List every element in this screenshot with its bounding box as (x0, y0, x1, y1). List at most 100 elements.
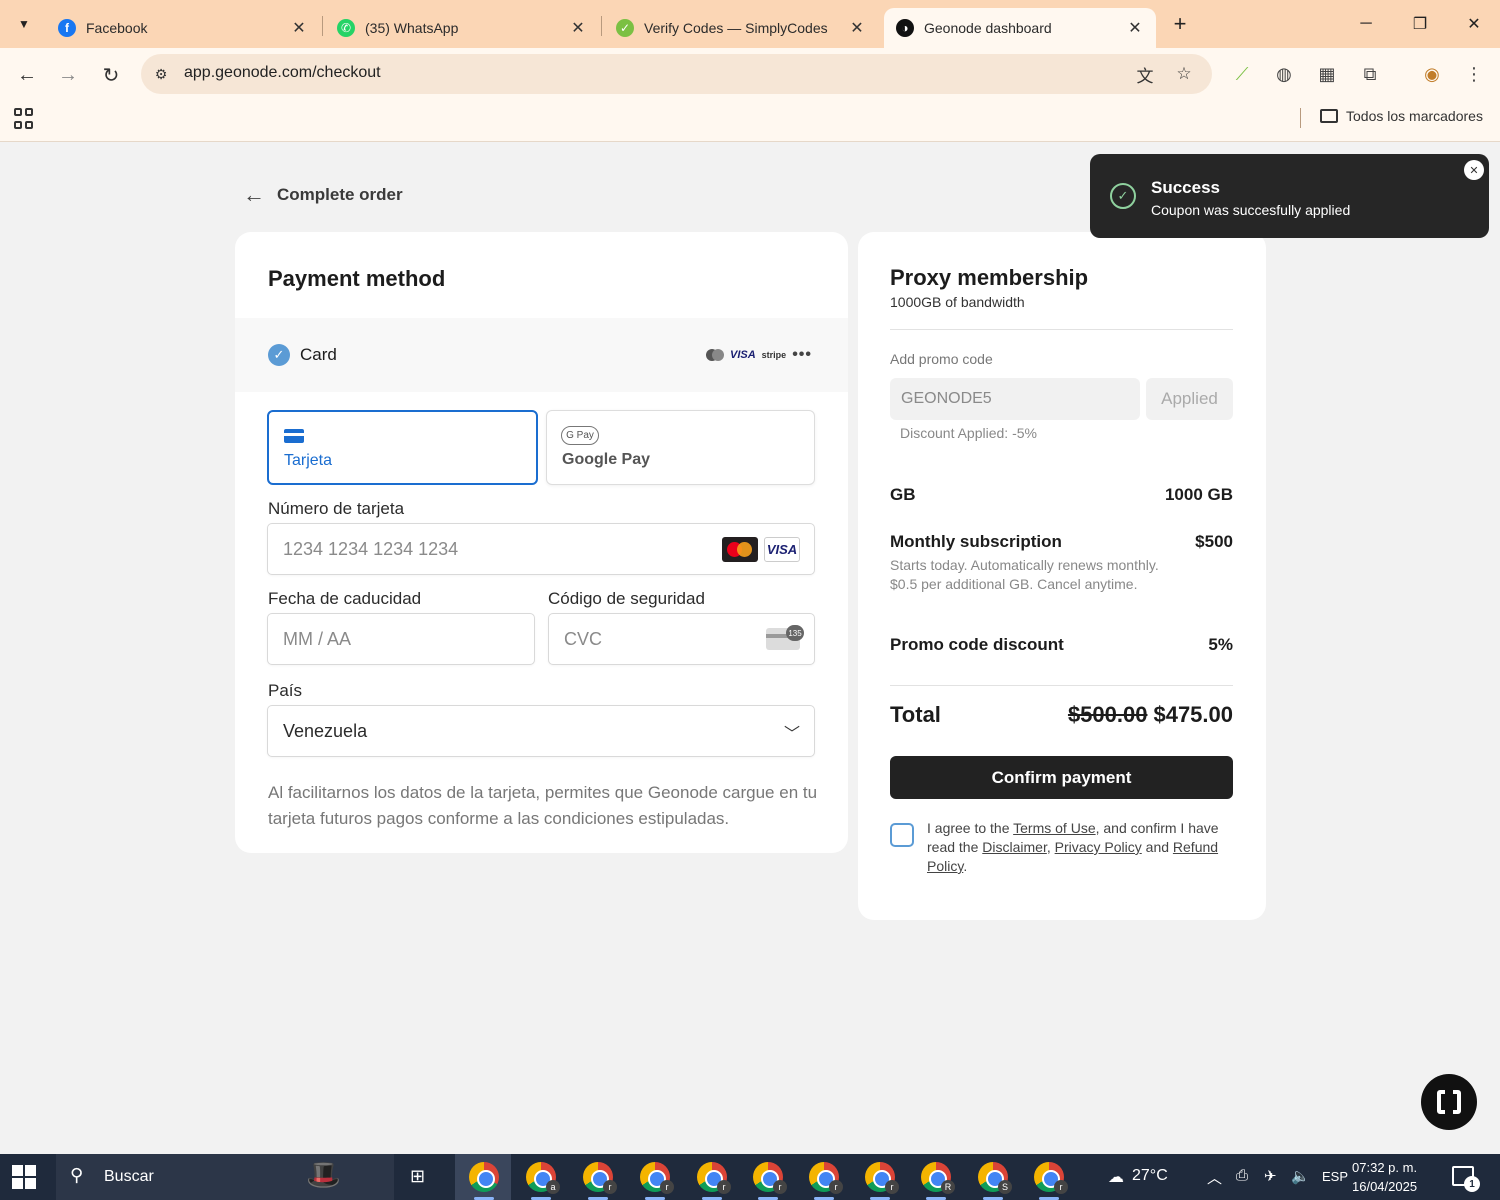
chrome-profile-icon[interactable]: r (753, 1162, 787, 1194)
stripe-icon: stripe (761, 350, 787, 360)
tab-facebook[interactable]: f Facebook ✕ (46, 8, 320, 48)
tab-simplycodes[interactable]: ✓ Verify Codes — SimplyCodes ✕ (604, 8, 878, 48)
agree-text-1: I agree to the (927, 820, 1014, 836)
chrome-profile-icon[interactable]: R (921, 1162, 955, 1194)
cvc-label: Código de seguridad (548, 589, 705, 608)
card-accordion-header[interactable]: ✓ Card VISA stripe ••• (235, 318, 848, 392)
task-view-icon[interactable]: ⊞ (410, 1166, 425, 1187)
gb-value: 1000 GB (1164, 485, 1233, 504)
site-info-icon[interactable]: ⚙ (151, 64, 171, 84)
meet-now-icon[interactable]: ⎙ (1236, 1167, 1248, 1184)
tab-search-chevron-icon[interactable]: ▼ (10, 10, 38, 38)
chrome-profile-icon[interactable]: r (865, 1162, 899, 1194)
tab-close-icon[interactable]: ✕ (848, 18, 866, 38)
disclaimer-link[interactable]: Disclaimer (982, 839, 1047, 855)
card-label: Card (300, 345, 337, 364)
chrome-profile-icon[interactable]: r (583, 1162, 617, 1194)
promo-discount-label: Promo code discount (890, 635, 1064, 654)
confirm-payment-button[interactable]: Confirm payment (890, 756, 1233, 799)
forward-button[interactable]: → (53, 60, 83, 90)
windows-taskbar: ⚲ Buscar 🎩 ⊞ a r r r r r r R S r ☁ 27°C … (0, 1154, 1500, 1200)
windows-start-icon[interactable] (12, 1165, 36, 1189)
address-bar[interactable]: ⚙ app.geonode.com/checkout 文 ☆ (141, 54, 1212, 94)
bookmark-star-icon[interactable]: ☆ (1173, 63, 1195, 85)
promo-code-input[interactable]: GEONODE5 (890, 378, 1140, 420)
reload-button[interactable]: ↻ (96, 60, 126, 90)
translate-icon[interactable]: 文 (1134, 63, 1156, 86)
profile-badge: r (885, 1180, 899, 1194)
subscription-description: Starts today. Automatically renews month… (890, 557, 1159, 592)
extensions-puzzle-icon[interactable]: ⧉ (1358, 62, 1382, 86)
discount-applied-note: Discount Applied: -5% (900, 425, 1037, 441)
restore-button[interactable]: ❐ (1398, 8, 1442, 40)
payment-method-card: Payment method ✓ Card VISA stripe ••• Ta… (235, 232, 848, 853)
subscription-label: Monthly subscription (890, 532, 1062, 551)
clock-time: 07:32 p. m. (1352, 1160, 1418, 1175)
chrome-profile-icon[interactable]: r (640, 1162, 674, 1194)
promo-discount-value: 5% (1208, 635, 1233, 654)
url-text[interactable]: app.geonode.com/checkout (184, 64, 381, 82)
back-to-order-link[interactable]: ← Complete order (243, 182, 403, 208)
qr-code-icon[interactable]: ▦ (1315, 62, 1339, 86)
tab-close-icon[interactable]: ✕ (290, 18, 308, 38)
weather-icon: ☁ (1108, 1169, 1124, 1186)
divider (890, 329, 1233, 330)
toast-close-icon[interactable]: ✕ (1464, 160, 1484, 180)
tarjeta-label: Tarjeta (284, 452, 333, 469)
card-number-input[interactable]: 1234 1234 1234 1234 VISA (267, 523, 815, 575)
weather-widget[interactable]: ☁ 27°C (1108, 1167, 1168, 1187)
google-pay-option[interactable]: G Pay Google Pay (546, 410, 815, 485)
tab-geonode[interactable]: ◑ Geonode dashboard ✕ (884, 8, 1156, 48)
profile-badge: r (603, 1180, 617, 1194)
visa-logo-icon: VISA (764, 537, 800, 562)
privacy-policy-link[interactable]: Privacy Policy (1055, 839, 1142, 855)
taskbar-search[interactable]: ⚲ Buscar 🎩 (56, 1154, 394, 1200)
chrome-app-icon[interactable] (469, 1162, 499, 1192)
agree-text-4: and (1141, 839, 1173, 855)
chrome-profile-icon[interactable]: r (809, 1162, 843, 1194)
simplycodes-extension-icon[interactable]: ⟋ (1230, 62, 1254, 86)
toast-title: Success (1151, 178, 1220, 197)
promo-code-value: GEONODE5 (901, 390, 992, 407)
support-chat-button[interactable] (1421, 1074, 1477, 1130)
tab-close-icon[interactable]: ✕ (1126, 18, 1144, 38)
language-indicator[interactable]: ESP (1322, 1169, 1348, 1184)
vpn-globe-icon[interactable]: ◍ (1272, 62, 1296, 86)
cvc-input[interactable]: CVC 135 (548, 613, 815, 665)
expiry-input[interactable]: MM / AA (267, 613, 535, 665)
chrome-profile-icon[interactable]: S (978, 1162, 1012, 1194)
country-select[interactable]: Venezuela ﹀ (267, 705, 815, 757)
tray-chevron-up-icon[interactable]: ︿ (1207, 1167, 1222, 1188)
divider (890, 685, 1233, 686)
chrome-profile-icon[interactable]: a (526, 1162, 560, 1194)
mastercard-logo-icon (722, 537, 758, 562)
tab-whatsapp[interactable]: ✆ (35) WhatsApp ✕ (325, 8, 599, 48)
country-value: Venezuela (283, 721, 368, 741)
chrome-profile-icon[interactable]: r (697, 1162, 731, 1194)
check-icon: ✓ (268, 344, 290, 366)
mastercard-icon (705, 349, 724, 361)
close-window-button[interactable]: ✕ (1452, 8, 1496, 40)
toast-message: Coupon was succesfully applied (1151, 202, 1351, 218)
browser-toolbar: ← → ↻ ⚙ app.geonode.com/checkout 文 ☆ ⟋ ◍… (0, 48, 1500, 100)
applied-button[interactable]: Applied (1146, 378, 1233, 420)
notification-count: 1 (1464, 1176, 1480, 1192)
back-button[interactable]: ← (12, 60, 42, 90)
minimize-button[interactable]: ─ (1344, 8, 1388, 40)
taskbar-clock[interactable]: 07:32 p. m. 16/04/2025 (1352, 1158, 1417, 1196)
more-menu-icon[interactable]: ⋮ (1462, 62, 1486, 86)
notifications-icon[interactable]: 1 (1452, 1166, 1480, 1192)
tarjeta-option[interactable]: Tarjeta (267, 410, 538, 485)
profile-badge: r (660, 1180, 674, 1194)
apps-grid-icon[interactable] (14, 108, 36, 130)
volume-icon[interactable]: 🔈 (1291, 1167, 1310, 1185)
airplane-mode-icon[interactable]: ✈ (1264, 1167, 1277, 1185)
chrome-profile-icon[interactable]: r (1034, 1162, 1068, 1194)
new-tab-button[interactable]: + (1166, 10, 1194, 38)
tab-close-icon[interactable]: ✕ (569, 18, 587, 38)
all-bookmarks-button[interactable]: Todos los marcadores (1320, 108, 1483, 124)
terms-of-use-link[interactable]: Terms of Use (1013, 820, 1095, 836)
back-label: Complete order (277, 185, 403, 204)
agree-checkbox[interactable] (890, 823, 914, 847)
profile-avatar-icon[interactable]: ◉ (1420, 62, 1444, 86)
